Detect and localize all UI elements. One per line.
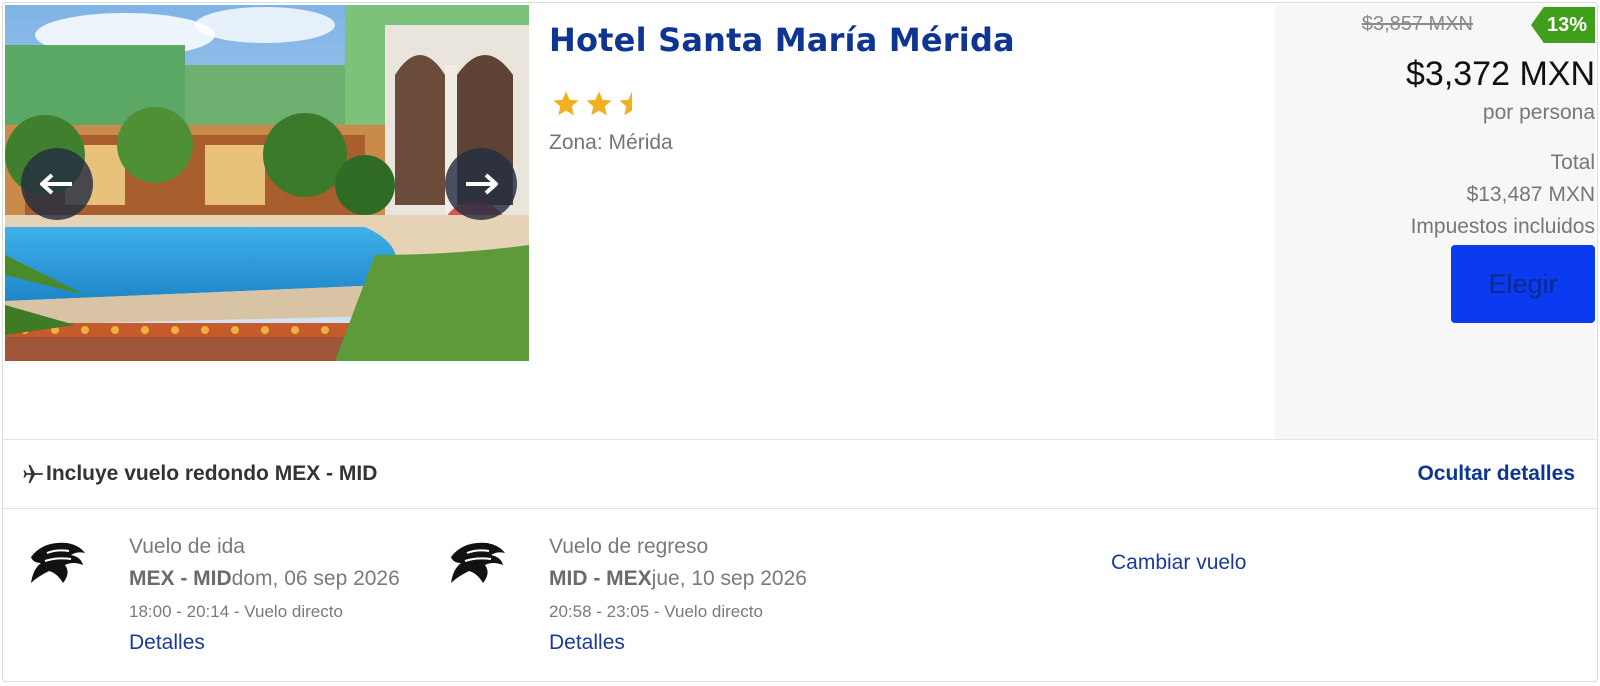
star-icon — [586, 91, 612, 116]
hide-details-link[interactable]: Ocultar detalles — [1417, 462, 1575, 486]
discount-badge: 13% — [1531, 7, 1595, 43]
plane-icon — [23, 464, 44, 484]
change-flight-link[interactable]: Cambiar vuelo — [1111, 551, 1246, 575]
flight-details-link[interactable]: Detalles — [549, 631, 625, 655]
flight-date: dom, 06 sep 2026 — [231, 567, 400, 590]
total-price: $13,487 MXN — [1466, 183, 1595, 206]
gallery-next-button[interactable] — [445, 148, 517, 220]
taxes-note: Impuestos incluidos — [1410, 215, 1595, 238]
flight-details-link[interactable]: Detalles — [129, 631, 205, 655]
hotel-zone: Zona: Mérida — [549, 131, 673, 154]
star-icon — [553, 91, 579, 116]
arrow-left-icon — [40, 173, 72, 195]
arrow-right-icon — [466, 173, 498, 195]
hotel-photo-gallery[interactable] — [5, 5, 529, 361]
hotel-name[interactable]: Hotel Santa María Mérida — [549, 21, 1015, 59]
half-star-icon — [619, 91, 632, 116]
flight-direction-label: Vuelo de ida — [129, 535, 245, 558]
airline-logo-icon — [451, 542, 505, 583]
price-panel: $3,857 MXN 13% $3,372 MXN por persona To… — [1275, 5, 1595, 439]
hotel-result-card: Hotel Santa María Mérida Zona: Mérida $3… — [2, 2, 1598, 682]
flight-summary-text: Incluye vuelo redondo MEX - MID — [46, 462, 378, 485]
airline-logo-icon — [31, 542, 85, 583]
original-price: $3,857 MXN — [1361, 13, 1473, 35]
flight-summary-title: Incluye vuelo redondo MEX - MID — [23, 462, 377, 486]
total-label: Total — [1550, 151, 1595, 174]
flight-times: 18:00 - 20:14 - Vuelo directo — [129, 602, 343, 621]
flight-route-line: MID - MEXjue, 10 sep 2026 — [549, 567, 807, 591]
star-rating — [551, 89, 647, 119]
flight-times: 20:58 - 23:05 - Vuelo directo — [549, 602, 763, 621]
flight-route-line: MEX - MIDdom, 06 sep 2026 — [129, 567, 400, 591]
price-per-person: $3,372 MXN — [1406, 55, 1595, 93]
flight-route: MID - MEX — [549, 567, 652, 590]
per-person-label: por persona — [1482, 101, 1595, 124]
flight-route: MEX - MID — [129, 567, 232, 590]
gallery-prev-button[interactable] — [21, 148, 93, 220]
flight-direction-label: Vuelo de regreso — [549, 535, 709, 558]
choose-button[interactable]: Elegir — [1451, 245, 1595, 323]
flight-date: jue, 10 sep 2026 — [651, 567, 807, 590]
flight-summary-bar: Incluye vuelo redondo MEX - MID Ocultar … — [3, 439, 1597, 509]
